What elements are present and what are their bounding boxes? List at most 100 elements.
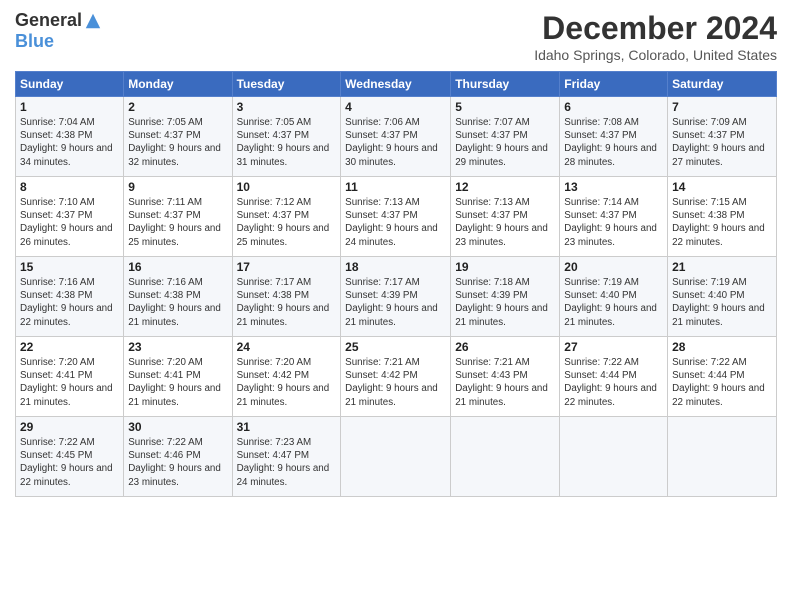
- sunrise-label: Sunrise: 7:13 AM: [455, 197, 530, 208]
- day-content: Sunrise: 7:12 AM Sunset: 4:37 PM Dayligh…: [237, 196, 337, 249]
- week-row-2: 8 Sunrise: 7:10 AM Sunset: 4:37 PM Dayli…: [16, 177, 777, 257]
- day-number: 8: [20, 180, 119, 194]
- sunrise-label: Sunrise: 7:19 AM: [672, 277, 747, 288]
- sunset-label: Sunset: 4:37 PM: [564, 210, 636, 221]
- sunrise-label: Sunrise: 7:09 AM: [672, 117, 747, 128]
- logo-blue-text: Blue: [15, 31, 54, 52]
- col-header-monday: Monday: [124, 72, 232, 97]
- week-row-1: 1 Sunrise: 7:04 AM Sunset: 4:38 PM Dayli…: [16, 97, 777, 177]
- sunset-label: Sunset: 4:38 PM: [128, 290, 200, 301]
- day-number: 15: [20, 260, 119, 274]
- sunset-label: Sunset: 4:38 PM: [20, 290, 92, 301]
- daylight-label: Daylight: 9 hours and 30 minutes.: [345, 143, 438, 167]
- logo: General Blue: [15, 10, 102, 52]
- sunset-label: Sunset: 4:39 PM: [345, 290, 417, 301]
- sunrise-label: Sunrise: 7:05 AM: [128, 117, 203, 128]
- daylight-label: Daylight: 9 hours and 34 minutes.: [20, 143, 113, 167]
- day-content: Sunrise: 7:05 AM Sunset: 4:37 PM Dayligh…: [237, 116, 337, 169]
- day-number: 27: [564, 340, 663, 354]
- col-header-friday: Friday: [560, 72, 668, 97]
- day-number: 16: [128, 260, 227, 274]
- daylight-label: Daylight: 9 hours and 22 minutes.: [564, 383, 657, 407]
- day-content: Sunrise: 7:17 AM Sunset: 4:39 PM Dayligh…: [345, 276, 446, 329]
- day-content: Sunrise: 7:08 AM Sunset: 4:37 PM Dayligh…: [564, 116, 663, 169]
- day-number: 24: [237, 340, 337, 354]
- day-cell-15: 15 Sunrise: 7:16 AM Sunset: 4:38 PM Dayl…: [16, 257, 124, 337]
- day-cell-27: 27 Sunrise: 7:22 AM Sunset: 4:44 PM Dayl…: [560, 337, 668, 417]
- sunset-label: Sunset: 4:39 PM: [455, 290, 527, 301]
- day-content: Sunrise: 7:19 AM Sunset: 4:40 PM Dayligh…: [672, 276, 772, 329]
- daylight-label: Daylight: 9 hours and 23 minutes.: [564, 223, 657, 247]
- day-cell-17: 17 Sunrise: 7:17 AM Sunset: 4:38 PM Dayl…: [232, 257, 341, 337]
- daylight-label: Daylight: 9 hours and 26 minutes.: [20, 223, 113, 247]
- empty-cell: [668, 417, 777, 497]
- day-number: 23: [128, 340, 227, 354]
- day-content: Sunrise: 7:21 AM Sunset: 4:42 PM Dayligh…: [345, 356, 446, 409]
- sunrise-label: Sunrise: 7:20 AM: [128, 357, 203, 368]
- day-content: Sunrise: 7:07 AM Sunset: 4:37 PM Dayligh…: [455, 116, 555, 169]
- sunset-label: Sunset: 4:37 PM: [345, 130, 417, 141]
- day-number: 6: [564, 100, 663, 114]
- daylight-label: Daylight: 9 hours and 28 minutes.: [564, 143, 657, 167]
- week-row-5: 29 Sunrise: 7:22 AM Sunset: 4:45 PM Dayl…: [16, 417, 777, 497]
- sunset-label: Sunset: 4:37 PM: [564, 130, 636, 141]
- sunrise-label: Sunrise: 7:10 AM: [20, 197, 95, 208]
- daylight-label: Daylight: 9 hours and 21 minutes.: [564, 303, 657, 327]
- day-content: Sunrise: 7:20 AM Sunset: 4:41 PM Dayligh…: [20, 356, 119, 409]
- sunrise-label: Sunrise: 7:17 AM: [237, 277, 312, 288]
- day-number: 29: [20, 420, 119, 434]
- day-cell-14: 14 Sunrise: 7:15 AM Sunset: 4:38 PM Dayl…: [668, 177, 777, 257]
- sunset-label: Sunset: 4:42 PM: [237, 370, 309, 381]
- sunrise-label: Sunrise: 7:20 AM: [237, 357, 312, 368]
- day-content: Sunrise: 7:05 AM Sunset: 4:37 PM Dayligh…: [128, 116, 227, 169]
- day-content: Sunrise: 7:21 AM Sunset: 4:43 PM Dayligh…: [455, 356, 555, 409]
- day-content: Sunrise: 7:11 AM Sunset: 4:37 PM Dayligh…: [128, 196, 227, 249]
- daylight-label: Daylight: 9 hours and 21 minutes.: [237, 303, 330, 327]
- sunrise-label: Sunrise: 7:23 AM: [237, 437, 312, 448]
- day-content: Sunrise: 7:18 AM Sunset: 4:39 PM Dayligh…: [455, 276, 555, 329]
- daylight-label: Daylight: 9 hours and 24 minutes.: [345, 223, 438, 247]
- day-number: 12: [455, 180, 555, 194]
- day-number: 28: [672, 340, 772, 354]
- logo-icon: [84, 12, 102, 30]
- sunrise-label: Sunrise: 7:05 AM: [237, 117, 312, 128]
- week-row-3: 15 Sunrise: 7:16 AM Sunset: 4:38 PM Dayl…: [16, 257, 777, 337]
- sunrise-label: Sunrise: 7:21 AM: [455, 357, 530, 368]
- empty-cell: [560, 417, 668, 497]
- day-cell-5: 5 Sunrise: 7:07 AM Sunset: 4:37 PM Dayli…: [451, 97, 560, 177]
- day-content: Sunrise: 7:16 AM Sunset: 4:38 PM Dayligh…: [20, 276, 119, 329]
- week-row-4: 22 Sunrise: 7:20 AM Sunset: 4:41 PM Dayl…: [16, 337, 777, 417]
- sunset-label: Sunset: 4:37 PM: [237, 130, 309, 141]
- day-cell-10: 10 Sunrise: 7:12 AM Sunset: 4:37 PM Dayl…: [232, 177, 341, 257]
- day-cell-3: 3 Sunrise: 7:05 AM Sunset: 4:37 PM Dayli…: [232, 97, 341, 177]
- sunrise-label: Sunrise: 7:06 AM: [345, 117, 420, 128]
- sunset-label: Sunset: 4:37 PM: [237, 210, 309, 221]
- daylight-label: Daylight: 9 hours and 23 minutes.: [455, 223, 548, 247]
- sunset-label: Sunset: 4:41 PM: [20, 370, 92, 381]
- day-content: Sunrise: 7:13 AM Sunset: 4:37 PM Dayligh…: [455, 196, 555, 249]
- sunrise-label: Sunrise: 7:22 AM: [20, 437, 95, 448]
- day-number: 26: [455, 340, 555, 354]
- daylight-label: Daylight: 9 hours and 25 minutes.: [237, 223, 330, 247]
- daylight-label: Daylight: 9 hours and 31 minutes.: [237, 143, 330, 167]
- sunset-label: Sunset: 4:38 PM: [20, 130, 92, 141]
- col-header-sunday: Sunday: [16, 72, 124, 97]
- sunset-label: Sunset: 4:43 PM: [455, 370, 527, 381]
- day-cell-4: 4 Sunrise: 7:06 AM Sunset: 4:37 PM Dayli…: [341, 97, 451, 177]
- day-cell-28: 28 Sunrise: 7:22 AM Sunset: 4:44 PM Dayl…: [668, 337, 777, 417]
- sunrise-label: Sunrise: 7:18 AM: [455, 277, 530, 288]
- day-content: Sunrise: 7:04 AM Sunset: 4:38 PM Dayligh…: [20, 116, 119, 169]
- sunrise-label: Sunrise: 7:12 AM: [237, 197, 312, 208]
- day-content: Sunrise: 7:20 AM Sunset: 4:42 PM Dayligh…: [237, 356, 337, 409]
- daylight-label: Daylight: 9 hours and 21 minutes.: [128, 383, 221, 407]
- header: General Blue December 2024 Idaho Springs…: [15, 10, 777, 63]
- day-cell-19: 19 Sunrise: 7:18 AM Sunset: 4:39 PM Dayl…: [451, 257, 560, 337]
- day-cell-21: 21 Sunrise: 7:19 AM Sunset: 4:40 PM Dayl…: [668, 257, 777, 337]
- sunrise-label: Sunrise: 7:13 AM: [345, 197, 420, 208]
- day-content: Sunrise: 7:16 AM Sunset: 4:38 PM Dayligh…: [128, 276, 227, 329]
- day-content: Sunrise: 7:22 AM Sunset: 4:45 PM Dayligh…: [20, 436, 119, 489]
- sunrise-label: Sunrise: 7:22 AM: [672, 357, 747, 368]
- day-content: Sunrise: 7:10 AM Sunset: 4:37 PM Dayligh…: [20, 196, 119, 249]
- day-cell-22: 22 Sunrise: 7:20 AM Sunset: 4:41 PM Dayl…: [16, 337, 124, 417]
- daylight-label: Daylight: 9 hours and 21 minutes.: [345, 303, 438, 327]
